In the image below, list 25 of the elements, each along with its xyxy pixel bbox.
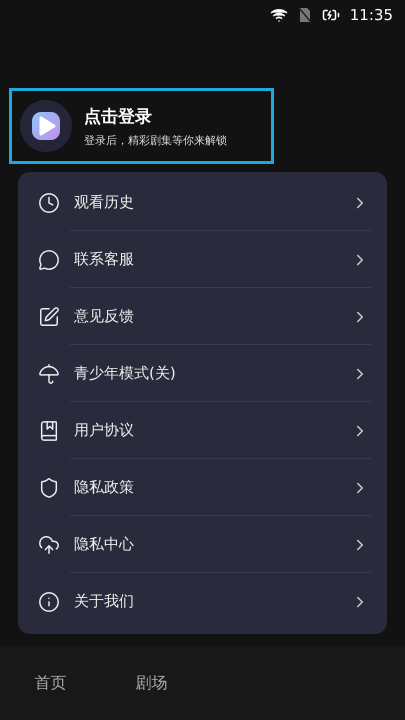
status-time: 11:35	[350, 6, 393, 24]
chat-bubble-icon	[38, 248, 60, 270]
umbrella-icon	[38, 362, 60, 384]
no-sim-icon	[298, 7, 312, 23]
login-subtitle: 登录后，精彩剧集等你来解锁	[84, 132, 227, 148]
app-logo-icon	[20, 100, 72, 152]
menu-item[interactable]: 观看历史	[74, 193, 351, 212]
clock-icon	[38, 192, 60, 214]
wifi-icon	[270, 6, 288, 24]
menu-item[interactable]: 用户协议	[74, 421, 351, 440]
menu-item[interactable]: 关于我们	[74, 592, 351, 611]
menu-item[interactable]: 隐私政策	[74, 478, 351, 497]
nav-tab[interactable]: 首页	[0, 664, 101, 702]
book-icon	[38, 420, 60, 442]
menu-item[interactable]: 联系客服	[74, 250, 351, 269]
login-panel[interactable]: 点击登录 登录后，精彩剧集等你来解锁	[9, 88, 274, 164]
nav-tab[interactable]: 剧场	[101, 664, 202, 702]
info-icon	[38, 590, 60, 612]
edit-icon	[38, 306, 60, 328]
cloud-upload-icon	[38, 534, 60, 556]
menu-item[interactable]: 意见反馈	[74, 307, 351, 326]
shield-icon	[38, 476, 60, 498]
menu-item[interactable]: 青少年模式(关)	[74, 364, 351, 383]
login-title: 点击登录	[84, 106, 153, 128]
menu-item[interactable]: 隐私中心	[74, 535, 351, 554]
